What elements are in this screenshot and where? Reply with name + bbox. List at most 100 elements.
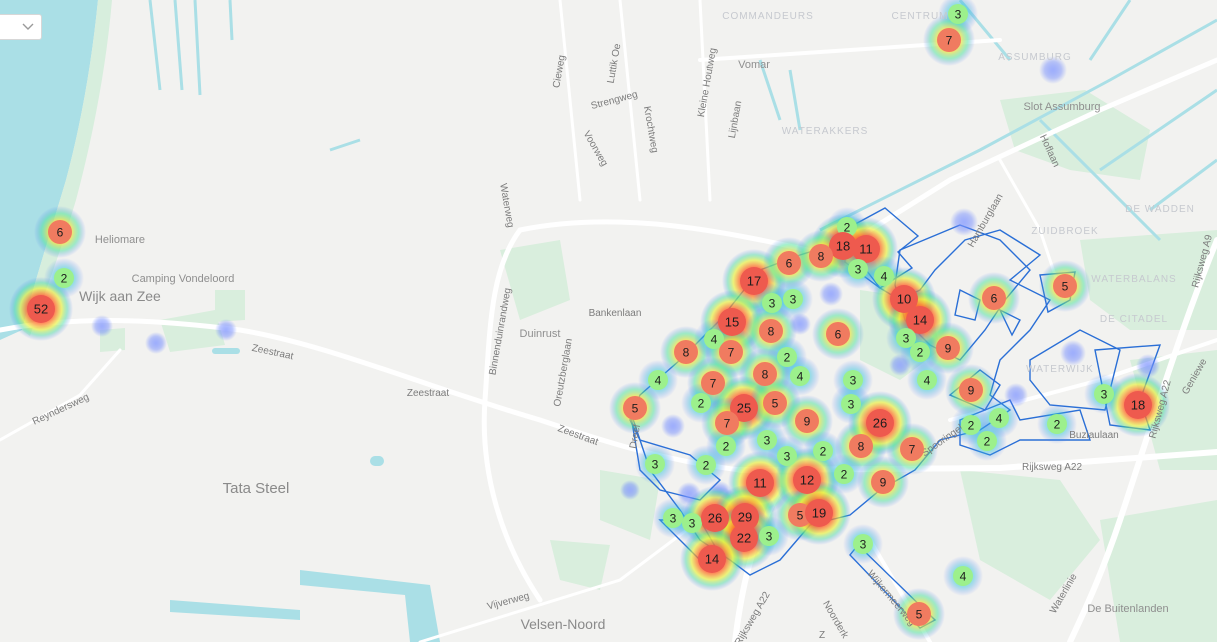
cluster-marker[interactable]: 2 (691, 393, 711, 413)
cluster-count: 9 (945, 342, 952, 356)
cluster-marker[interactable]: 2 (54, 268, 74, 288)
cluster-count: 10 (897, 292, 911, 307)
cluster-count: 2 (723, 440, 730, 454)
cluster-marker[interactable]: 7 (715, 411, 739, 435)
cluster-marker[interactable]: 2 (834, 464, 854, 484)
cluster-count: 4 (655, 374, 662, 388)
cluster-marker[interactable]: 26 (866, 409, 894, 437)
cluster-marker[interactable]: 8 (849, 434, 873, 458)
cluster-marker[interactable]: 5 (763, 391, 787, 415)
cluster-marker[interactable]: 9 (936, 336, 960, 360)
cluster-count: 6 (57, 226, 64, 240)
cluster-marker[interactable]: 52 (27, 295, 55, 323)
cluster-marker[interactable]: 4 (953, 566, 973, 586)
cluster-marker[interactable]: 4 (790, 366, 810, 386)
place-label-waterwijk: WATERWIJK (1026, 364, 1094, 375)
cluster-marker[interactable]: 5 (623, 396, 647, 420)
cluster-marker[interactable]: 5 (907, 602, 931, 626)
heat-blob (620, 480, 640, 500)
cluster-marker[interactable]: 2 (1047, 414, 1067, 434)
cluster-count: 3 (769, 297, 776, 311)
cluster-count: 3 (903, 332, 910, 346)
cluster-marker[interactable]: 8 (759, 319, 783, 343)
cluster-marker[interactable]: 3 (645, 454, 665, 474)
cluster-marker[interactable]: 3 (841, 394, 861, 414)
cluster-count: 22 (737, 531, 751, 546)
cluster-count: 11 (859, 242, 873, 257)
cluster-marker[interactable]: 26 (701, 504, 729, 532)
place-label-wijk-aan-zee: Wijk aan Zee (79, 288, 161, 304)
heat-blob (145, 332, 167, 354)
cluster-marker[interactable]: 6 (48, 220, 72, 244)
cluster-marker[interactable]: 3 (682, 513, 702, 533)
cluster-marker[interactable]: 3 (777, 446, 797, 466)
cluster-marker[interactable]: 4 (648, 370, 668, 390)
heatmap-map[interactable]: COMMANDEURS CENTRUM ASSUMBURG Slot Assumbur… (0, 0, 1217, 642)
cluster-marker[interactable]: 18 (1124, 391, 1152, 419)
cluster-marker[interactable]: 14 (698, 545, 726, 573)
cluster-count: 3 (848, 398, 855, 412)
cluster-marker[interactable]: 3 (762, 293, 782, 313)
cluster-marker[interactable]: 6 (982, 286, 1006, 310)
heat-blob (661, 414, 685, 438)
place-label-heliomare: Heliomare (95, 234, 145, 246)
cluster-marker[interactable]: 7 (719, 340, 743, 364)
cluster-marker[interactable]: 7 (937, 28, 961, 52)
cluster-marker[interactable]: 3 (663, 508, 683, 528)
place-label-waterbalans: WATERBALANS (1091, 274, 1176, 285)
cluster-marker[interactable]: 2 (910, 342, 930, 362)
cluster-marker[interactable]: 2 (813, 441, 833, 461)
cluster-count: 5 (632, 402, 639, 416)
cluster-count: 2 (703, 459, 710, 473)
cluster-marker[interactable]: 3 (757, 430, 777, 450)
cluster-marker[interactable]: 7 (900, 437, 924, 461)
cluster-marker[interactable]: 4 (917, 370, 937, 390)
cluster-count: 5 (772, 397, 779, 411)
cluster-marker[interactable]: 3 (848, 259, 868, 279)
cluster-marker[interactable]: 6 (826, 322, 850, 346)
layer-dropdown[interactable] (0, 14, 42, 40)
cluster-marker[interactable]: 12 (793, 466, 821, 494)
cluster-count: 3 (850, 374, 857, 388)
cluster-marker[interactable]: 22 (730, 524, 758, 552)
cluster-marker[interactable]: 9 (871, 470, 895, 494)
cluster-marker[interactable]: 3 (783, 289, 803, 309)
cluster-marker[interactable]: 3 (1094, 384, 1114, 404)
cluster-marker[interactable]: 2 (961, 415, 981, 435)
cluster-marker[interactable]: 5 (1053, 274, 1077, 298)
cluster-marker[interactable]: 2 (777, 347, 797, 367)
cluster-marker[interactable]: 11 (852, 235, 880, 263)
cluster-marker[interactable]: 3 (759, 526, 779, 546)
cluster-marker[interactable]: 9 (959, 378, 983, 402)
cluster-marker[interactable]: 19 (805, 499, 833, 527)
cluster-count: 3 (670, 512, 677, 526)
cluster-count: 2 (784, 351, 791, 365)
cluster-marker[interactable]: 2 (696, 455, 716, 475)
cluster-marker[interactable]: 4 (989, 408, 1009, 428)
cluster-marker[interactable]: 8 (809, 244, 833, 268)
place-label-zuidbroek: ZUIDBROEK (1031, 226, 1098, 237)
cluster-marker[interactable]: 2 (716, 436, 736, 456)
cluster-marker[interactable]: 8 (753, 362, 777, 386)
cluster-count: 3 (689, 517, 696, 531)
cluster-marker[interactable]: 15 (718, 308, 746, 336)
cluster-marker[interactable]: 17 (740, 267, 768, 295)
cluster-marker[interactable]: 8 (674, 340, 698, 364)
cluster-marker[interactable]: 6 (777, 251, 801, 275)
street-label-buziaulaan: Buziaulaan (1069, 430, 1118, 441)
cluster-count: 8 (768, 325, 775, 339)
cluster-count: 6 (991, 292, 998, 306)
cluster-marker[interactable]: 3 (948, 4, 968, 24)
cluster-marker[interactable]: 3 (843, 370, 863, 390)
heat-blob (215, 319, 237, 341)
cluster-marker[interactable]: 9 (795, 409, 819, 433)
cluster-marker[interactable]: 11 (746, 469, 774, 497)
place-label-de-citadel: DE CITADEL (1100, 314, 1168, 325)
place-label-camping-vondeloord: Camping Vondeloord (132, 273, 235, 285)
cluster-count: 6 (835, 328, 842, 342)
cluster-marker[interactable]: 3 (853, 534, 873, 554)
cluster-count: 14 (913, 313, 927, 328)
cluster-marker[interactable]: 4 (874, 266, 894, 286)
cluster-marker[interactable]: 2 (977, 431, 997, 451)
cluster-marker[interactable]: 7 (701, 371, 725, 395)
